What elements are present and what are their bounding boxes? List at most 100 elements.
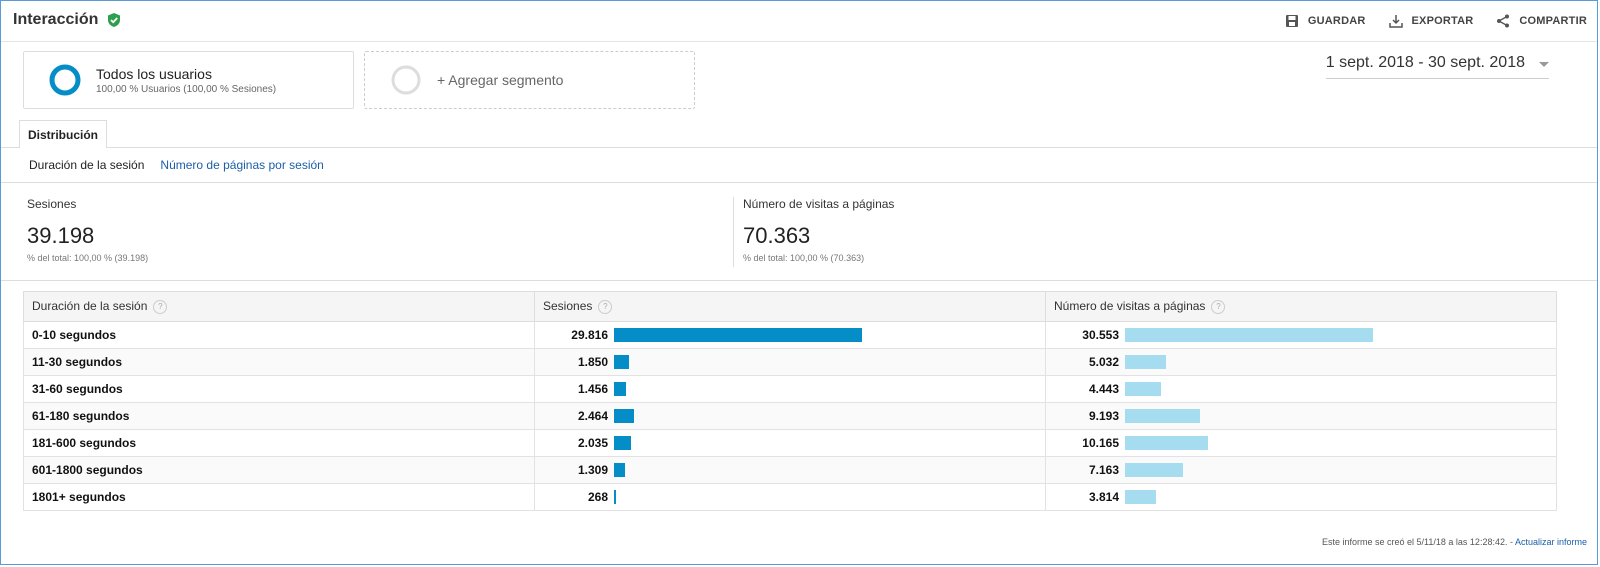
pageviews-value: 10.165	[1082, 436, 1119, 450]
pageviews-bar	[1125, 382, 1161, 396]
pageviews-cell: 3.814	[1045, 483, 1557, 511]
pageviews-bar	[1125, 355, 1166, 369]
table-row: 601-1800 segundos 1.309 7.163	[23, 456, 1557, 484]
pageviews-bar	[1125, 436, 1208, 450]
sessions-cell: 1.456	[534, 375, 1046, 403]
subnav-session-duration[interactable]: Duración de la sesión	[29, 158, 144, 172]
date-range-picker[interactable]: 1 sept. 2018 - 30 sept. 2018	[1325, 54, 1549, 79]
report-footer: Este informe se creó el 5/11/18 a las 12…	[1322, 537, 1587, 547]
pageviews-value: 4.443	[1088, 382, 1119, 396]
metric-sessions: Sesiones 39.198 % del total: 100,00 % (3…	[27, 197, 149, 263]
sessions-cell: 29.816	[534, 321, 1046, 349]
sessions-bar	[614, 328, 862, 342]
sessions-cell: 1.850	[534, 348, 1046, 376]
metric-pageviews-value: 70.363	[743, 223, 811, 248]
download-icon	[1388, 15, 1403, 28]
sessions-value: 1.850	[577, 355, 608, 369]
table-row: 61-180 segundos 2.464 9.193	[23, 402, 1557, 430]
sessions-value: 1.456	[577, 382, 608, 396]
sessions-cell: 268	[534, 483, 1046, 511]
save-button[interactable]: GUARDAR	[1284, 13, 1366, 29]
row-label: 61-180 segundos	[23, 402, 535, 430]
tab-distribution[interactable]: Distribución	[19, 120, 107, 148]
sessions-cell: 2.035	[534, 429, 1046, 457]
save-icon	[1285, 15, 1298, 27]
pageviews-bar	[1125, 409, 1200, 423]
help-icon[interactable]: ?	[1211, 299, 1226, 314]
pageviews-cell: 7.163	[1045, 456, 1557, 484]
export-button[interactable]: EXPORTAR	[1388, 13, 1474, 29]
sessions-bar	[614, 436, 631, 450]
pageviews-bar	[1125, 490, 1156, 504]
pageviews-cell: 5.032	[1045, 348, 1557, 376]
share-icon	[1497, 14, 1510, 28]
column-header-pageviews[interactable]: Número de visitas a páginas?	[1045, 291, 1557, 322]
pageviews-value: 5.032	[1088, 355, 1119, 369]
table-row: 0-10 segundos 29.816 30.553	[23, 321, 1557, 349]
pageviews-bar	[1125, 463, 1183, 477]
row-label: 181-600 segundos	[23, 429, 535, 457]
row-label: 11-30 segundos	[23, 348, 535, 376]
row-label: 1801+ segundos	[23, 483, 535, 511]
distribution-subnav: Duración de la sesión Número de páginas …	[29, 158, 324, 172]
segment-ring-icon	[49, 64, 81, 96]
divider	[1, 280, 1597, 281]
top-bar: Interacción GUARDAR EXPORTAR COMPARTIR	[1, 1, 1597, 42]
pageviews-value: 9.193	[1088, 409, 1119, 423]
page-title: Interacción	[13, 11, 99, 28]
sessions-bar	[614, 409, 634, 423]
pageviews-cell: 9.193	[1045, 402, 1557, 430]
sessions-cell: 1.309	[534, 456, 1046, 484]
pageviews-value: 7.163	[1088, 463, 1119, 477]
tab-bar-line	[1, 147, 1597, 148]
pageviews-cell: 10.165	[1045, 429, 1557, 457]
sessions-bar	[614, 490, 616, 504]
table-row: 31-60 segundos 1.456 4.443	[23, 375, 1557, 403]
divider	[1, 182, 1597, 183]
sessions-bar	[614, 382, 626, 396]
row-label: 601-1800 segundos	[23, 456, 535, 484]
report-title: Interacción	[13, 11, 122, 29]
subnav-pages-per-session[interactable]: Número de páginas por sesión	[160, 158, 323, 172]
column-header-sessions[interactable]: Sesiones?	[534, 291, 1046, 322]
column-header-duration[interactable]: Duración de la sesión?	[23, 291, 535, 322]
sessions-bar	[614, 463, 625, 477]
caret-down-icon	[1539, 61, 1549, 67]
row-label: 31-60 segundos	[23, 375, 535, 403]
help-icon[interactable]: ?	[598, 299, 613, 314]
sessions-value: 29.816	[571, 328, 608, 342]
table-row: 1801+ segundos 268 3.814	[23, 483, 1557, 511]
sessions-value: 2.464	[577, 409, 608, 423]
pageviews-value: 30.553	[1082, 328, 1119, 342]
distribution-table: Duración de la sesión? Sesiones? Número …	[23, 291, 1557, 511]
sessions-value: 268	[587, 490, 608, 504]
sessions-value: 1.309	[577, 463, 608, 477]
metric-pageviews: Número de visitas a páginas 70.363 % del…	[743, 197, 895, 263]
add-segment-label: + Agregar segmento	[437, 72, 564, 88]
divider	[733, 197, 734, 267]
help-icon[interactable]: ?	[153, 299, 168, 314]
pageviews-bar	[1125, 328, 1373, 342]
empty-segment-ring-icon	[391, 65, 421, 95]
verified-shield-icon	[108, 13, 121, 27]
segment-detail: 100,00 % Usuarios (100,00 % Sesiones)	[96, 83, 277, 95]
sessions-cell: 2.464	[534, 402, 1046, 430]
table-header-row: Duración de la sesión? Sesiones? Número …	[23, 291, 1557, 322]
add-segment-button[interactable]: + Agregar segmento	[364, 51, 695, 109]
row-label: 0-10 segundos	[23, 321, 535, 349]
pageviews-cell: 30.553	[1045, 321, 1557, 349]
header-actions: GUARDAR EXPORTAR COMPARTIR	[1284, 13, 1587, 29]
table-row: 11-30 segundos 1.850 5.032	[23, 348, 1557, 376]
segment-name: Todos los usuarios	[96, 65, 212, 82]
segment-all-users[interactable]: Todos los usuarios 100,00 % Usuarios (10…	[23, 51, 354, 109]
date-range-label: 1 sept. 2018 - 30 sept. 2018	[1325, 54, 1525, 71]
share-button[interactable]: COMPARTIR	[1495, 13, 1587, 29]
pageviews-value: 3.814	[1088, 490, 1119, 504]
report-frame: Interacción GUARDAR EXPORTAR COMPARTIR T…	[0, 0, 1598, 565]
sessions-value: 2.035	[577, 436, 608, 450]
sessions-bar	[614, 355, 629, 369]
refresh-report-link[interactable]: Actualizar informe	[1515, 537, 1587, 547]
table-row: 181-600 segundos 2.035 10.165	[23, 429, 1557, 457]
metric-sessions-value: 39.198	[27, 223, 95, 248]
pageviews-cell: 4.443	[1045, 375, 1557, 403]
